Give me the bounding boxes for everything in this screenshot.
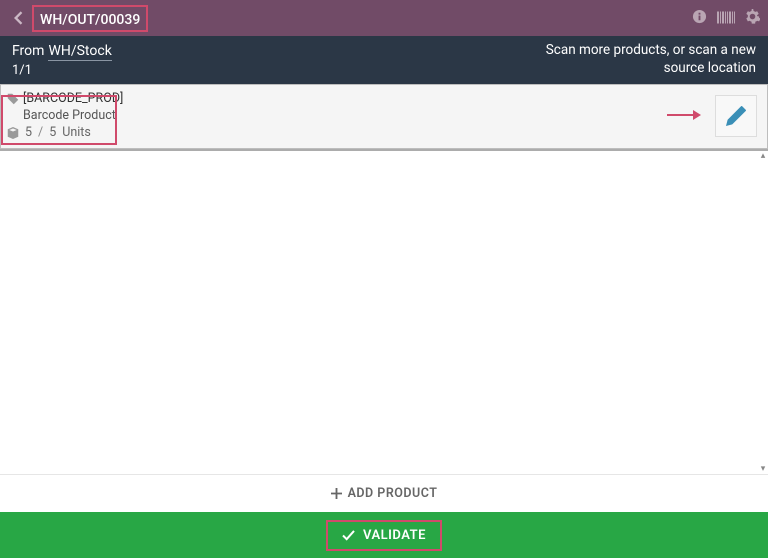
settings-button[interactable] bbox=[745, 9, 760, 28]
scroll-down-icon[interactable]: ▾ bbox=[758, 464, 768, 474]
scrollbar[interactable]: ▴ ▾ bbox=[756, 151, 768, 474]
lines-container: [BARCODE_PROD] Barcode Product 5 / 5 Uni… bbox=[0, 84, 768, 151]
scan-hint-line2: source location bbox=[546, 60, 756, 78]
gear-icon bbox=[745, 9, 760, 24]
product-code: [BARCODE_PROD] bbox=[23, 91, 123, 106]
check-icon bbox=[342, 530, 355, 541]
qty-separator: / bbox=[38, 125, 43, 140]
barcode-icon bbox=[717, 11, 735, 24]
scan-hint: Scan more products, or scan a new source… bbox=[546, 42, 756, 77]
scan-hint-line1: Scan more products, or scan a new bbox=[546, 42, 756, 60]
chevron-left-icon bbox=[12, 11, 24, 25]
add-product-button[interactable]: ADD PRODUCT bbox=[0, 474, 768, 512]
topbar-actions bbox=[692, 9, 760, 28]
title-highlight: WH/OUT/00039 bbox=[32, 5, 148, 32]
line-counter: 1/1 bbox=[12, 63, 112, 78]
info-button[interactable] bbox=[692, 9, 707, 28]
top-bar: WH/OUT/00039 bbox=[0, 0, 768, 36]
edit-line-button[interactable] bbox=[715, 95, 757, 137]
scroll-up-icon[interactable]: ▴ bbox=[758, 151, 768, 161]
product-name: Barcode Product bbox=[23, 108, 123, 123]
info-circle-icon bbox=[692, 9, 707, 24]
validate-highlight: VALIDATE bbox=[326, 520, 442, 551]
barcode-button[interactable] bbox=[717, 9, 735, 28]
arrow-right-icon bbox=[665, 103, 705, 128]
add-product-label: ADD PRODUCT bbox=[348, 486, 438, 501]
qty-uom: Units bbox=[62, 125, 91, 140]
from-label: From bbox=[12, 43, 44, 59]
page-title: WH/OUT/00039 bbox=[40, 12, 140, 28]
tag-icon bbox=[7, 93, 19, 105]
product-line[interactable]: [BARCODE_PROD] Barcode Product 5 / 5 Uni… bbox=[0, 84, 768, 149]
qty-done: 5 bbox=[25, 125, 32, 140]
package-icon bbox=[7, 127, 19, 139]
qty-total: 5 bbox=[49, 125, 56, 140]
validate-button[interactable]: VALIDATE bbox=[0, 512, 768, 558]
validate-label: VALIDATE bbox=[363, 528, 426, 543]
back-button[interactable] bbox=[8, 8, 28, 28]
sub-header: From WH/Stock 1/1 Scan more products, or… bbox=[0, 36, 768, 84]
source-location[interactable]: WH/Stock bbox=[48, 43, 111, 61]
pencil-icon bbox=[726, 106, 746, 126]
main-area: ▴ ▾ bbox=[0, 151, 768, 474]
plus-icon bbox=[331, 488, 342, 499]
